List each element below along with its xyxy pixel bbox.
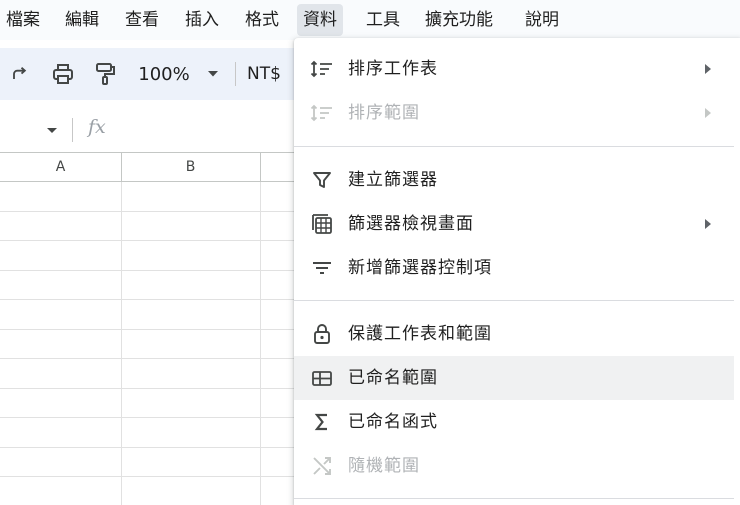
- menu-item-label: 排序工作表: [348, 59, 438, 79]
- menu-bar: 檔案 編輯 查看 插入 格式 資料 工具 擴充功能 說明: [0, 0, 740, 40]
- redo-button[interactable]: [4, 48, 34, 100]
- menu-item-label: 排序範圍: [348, 103, 420, 123]
- menu-separator: [294, 498, 734, 499]
- submenu-arrow-icon: [705, 219, 711, 229]
- zoom-dropdown-icon: [208, 71, 218, 77]
- print-button[interactable]: [46, 48, 80, 100]
- filter-icon: [310, 168, 334, 192]
- print-icon: [53, 64, 73, 84]
- formula-bar-separator: [72, 118, 73, 142]
- menu-item-label: 建立篩選器: [348, 170, 438, 190]
- fx-icon: fx: [88, 116, 106, 138]
- currency-format-button[interactable]: NT$: [242, 48, 286, 100]
- shuffle-icon: [310, 454, 334, 478]
- column-header-b[interactable]: B: [121, 153, 260, 182]
- menu-tools[interactable]: 工具: [360, 4, 406, 36]
- menu-item-protect-sheets[interactable]: 保護工作表和範圍: [294, 312, 734, 356]
- paint-format-icon: [96, 63, 115, 85]
- menu-insert[interactable]: 插入: [179, 4, 225, 36]
- menu-item-label: 已命名範圍: [348, 368, 438, 388]
- named-range-icon: [310, 366, 334, 390]
- menu-format[interactable]: 格式: [239, 4, 285, 36]
- menu-item-randomize-range[interactable]: 隨機範圍: [294, 444, 734, 488]
- sort-range-icon: [310, 101, 334, 125]
- sort-icon: [310, 57, 334, 81]
- menu-data[interactable]: 資料: [297, 4, 343, 36]
- menu-item-create-filter[interactable]: 建立篩選器: [294, 158, 734, 202]
- menu-item-label: 隨機範圍: [348, 456, 420, 476]
- menu-item-label: 篩選器檢視畫面: [348, 214, 474, 234]
- menu-item-filter-views[interactable]: 篩選器檢視畫面: [294, 202, 734, 246]
- sigma-icon: [310, 410, 334, 434]
- filter-controls-icon: [310, 256, 334, 280]
- lock-icon: [310, 322, 334, 346]
- menu-item-label: 已命名函式: [348, 412, 438, 432]
- menu-edit[interactable]: 編輯: [59, 4, 105, 36]
- menu-item-label: 新增篩選器控制項: [348, 258, 492, 278]
- column-header-a[interactable]: A: [0, 153, 121, 182]
- data-menu-dropdown: 排序工作表 排序範圍 建立篩選器 篩選器檢視畫面 新增篩選器控制項 保護工作表和…: [294, 38, 740, 505]
- currency-label: NT$: [247, 64, 281, 84]
- menu-file[interactable]: 檔案: [0, 4, 46, 36]
- zoom-control[interactable]: 100%: [134, 48, 194, 100]
- menu-item-named-functions[interactable]: 已命名函式: [294, 400, 734, 444]
- menu-help[interactable]: 說明: [519, 4, 565, 36]
- zoom-dropdown-button[interactable]: [202, 48, 224, 100]
- column-header-divider: [260, 152, 261, 182]
- menu-separator: [294, 300, 734, 301]
- column-header-divider: [121, 152, 122, 182]
- toolbar-separator: [235, 62, 236, 86]
- submenu-arrow-icon: [705, 108, 711, 118]
- redo-icon: [13, 67, 27, 79]
- menu-item-label: 保護工作表和範圍: [348, 324, 492, 344]
- submenu-arrow-icon: [705, 64, 711, 74]
- paint-format-button[interactable]: [90, 48, 120, 100]
- filter-views-icon: [310, 212, 334, 236]
- menu-item-sort-sheet[interactable]: 排序工作表: [294, 47, 734, 91]
- name-box-dropdown-icon[interactable]: [44, 120, 60, 140]
- menu-item-sort-range[interactable]: 排序範圍: [294, 91, 734, 135]
- menu-extensions[interactable]: 擴充功能: [419, 4, 499, 36]
- menu-item-named-ranges[interactable]: 已命名範圍: [294, 356, 734, 400]
- zoom-value: 100%: [138, 63, 190, 85]
- menu-view[interactable]: 查看: [119, 4, 165, 36]
- menu-item-add-filter-controls[interactable]: 新增篩選器控制項: [294, 246, 734, 290]
- menu-separator: [294, 146, 734, 147]
